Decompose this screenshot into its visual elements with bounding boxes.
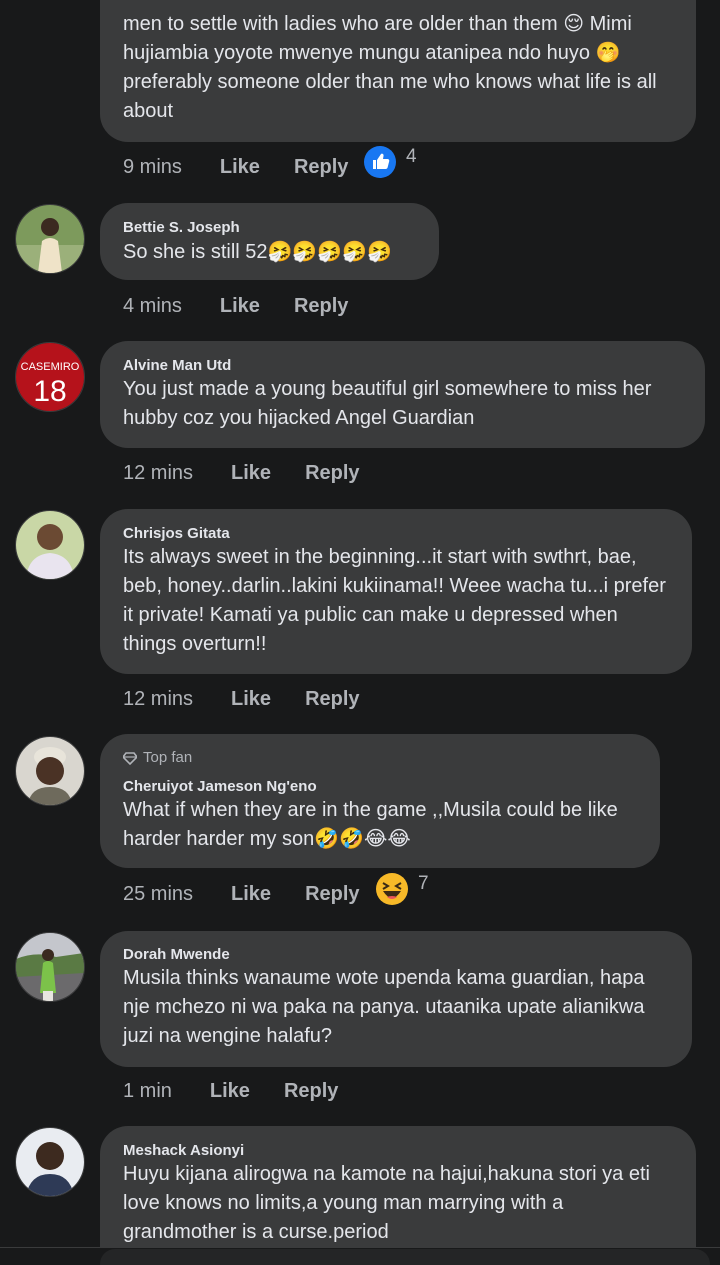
comment-text: You just made a young beautiful girl som… xyxy=(123,378,652,429)
reaction-count: 4 xyxy=(406,146,417,167)
comment-time[interactable]: 12 mins xyxy=(123,462,193,485)
avatar-photo xyxy=(16,933,84,1001)
reply-button[interactable]: Reply xyxy=(294,156,348,179)
comment-author[interactable]: Alvine Man Utd xyxy=(123,357,231,374)
comment-author[interactable]: Bettie S. Joseph xyxy=(123,219,240,236)
comment-actions: 12 mins Like Reply xyxy=(123,684,360,714)
like-button[interactable]: Like xyxy=(220,295,260,318)
like-button[interactable]: Like xyxy=(231,883,271,906)
comment-actions: 12 mins Like Reply xyxy=(123,458,360,488)
comment-time[interactable]: 9 mins xyxy=(123,156,182,179)
comment-text: Musila thinks wanaume wote upenda kama g… xyxy=(123,967,645,1047)
avatar-photo: CASEMIRO 18 xyxy=(16,343,84,411)
reaction-summary[interactable]: 7 xyxy=(376,873,429,905)
avatar[interactable] xyxy=(15,932,85,1002)
comment-author[interactable]: Cheruiyot Jameson Ng'eno xyxy=(123,778,317,795)
comment-text: Its always sweet in the beginning...it s… xyxy=(123,546,666,655)
thumbs-up-icon xyxy=(364,146,396,178)
reply-button[interactable]: Reply xyxy=(305,883,359,906)
comment-author[interactable]: Meshack Asionyi xyxy=(123,1142,244,1159)
like-button[interactable]: Like xyxy=(220,156,260,179)
badge-label: Top fan xyxy=(143,749,193,766)
reply-button[interactable]: Reply xyxy=(305,462,359,485)
avatar[interactable] xyxy=(15,736,85,806)
comment-bubble[interactable]: Meshack Asionyi Huyu kijana alirogwa na … xyxy=(100,1126,696,1265)
comment-actions: 9 mins Like Reply xyxy=(123,152,348,182)
comment-bubble[interactable]: Alvine Man Utd You just made a young bea… xyxy=(100,341,705,448)
comment-text: men to settle with ladies who are older … xyxy=(123,13,657,122)
comment-actions: 4 mins Like Reply xyxy=(123,291,348,321)
avatar[interactable]: CASEMIRO 18 xyxy=(15,342,85,412)
avatar[interactable] xyxy=(15,1127,85,1197)
avatar-jersey-name: CASEMIRO xyxy=(21,361,80,373)
avatar-photo xyxy=(16,1128,84,1196)
reply-button[interactable]: Reply xyxy=(294,295,348,318)
comment-bubble[interactable]: Top fan Cheruiyot Jameson Ng'eno What if… xyxy=(100,734,660,868)
comment-bubble[interactable]: men to settle with ladies who are older … xyxy=(100,0,696,142)
laughing-face-icon xyxy=(376,873,408,905)
avatar-photo xyxy=(16,511,84,579)
top-fan-badge[interactable]: Top fan xyxy=(123,749,192,766)
comment-bubble[interactable]: Chrisjos Gitata Its always sweet in the … xyxy=(100,509,692,674)
comment-time[interactable]: 4 mins xyxy=(123,295,182,318)
comment-text: Huyu kijana alirogwa na kamote na hajui,… xyxy=(123,1163,650,1243)
reply-button[interactable]: Reply xyxy=(284,1080,338,1103)
avatar[interactable] xyxy=(15,204,85,274)
comment-text: What if when they are in the game ,,Musi… xyxy=(123,799,618,850)
comment-bubble[interactable]: Dorah Mwende Musila thinks wanaume wote … xyxy=(100,931,692,1067)
avatar-photo xyxy=(16,205,84,273)
comment-actions: 1 min Like Reply xyxy=(123,1076,338,1106)
reaction-count: 7 xyxy=(418,873,429,894)
comments-feed: men to settle with ladies who are older … xyxy=(0,0,720,1265)
comment-time[interactable]: 12 mins xyxy=(123,688,193,711)
comment-composer-bar xyxy=(0,1247,720,1265)
comment-time[interactable]: 1 min xyxy=(123,1080,172,1103)
comment-actions: 25 mins Like Reply xyxy=(123,879,360,909)
comment-author[interactable]: Chrisjos Gitata xyxy=(123,525,230,542)
avatar-photo xyxy=(16,737,84,805)
comment-author[interactable]: Dorah Mwende xyxy=(123,946,230,963)
diamond-icon xyxy=(123,751,137,765)
comment-bubble[interactable]: Bettie S. Joseph So she is still 52🤧🤧🤧🤧🤧 xyxy=(100,203,439,280)
write-comment-field[interactable] xyxy=(100,1249,710,1265)
comment-time[interactable]: 25 mins xyxy=(123,883,193,906)
like-button[interactable]: Like xyxy=(210,1080,250,1103)
comment-text: So she is still 52🤧🤧🤧🤧🤧 xyxy=(123,241,393,263)
like-button[interactable]: Like xyxy=(231,462,271,485)
avatar[interactable] xyxy=(15,510,85,580)
like-button[interactable]: Like xyxy=(231,688,271,711)
reaction-summary[interactable]: 4 xyxy=(364,146,417,178)
avatar-jersey-number: 18 xyxy=(33,375,66,408)
reply-button[interactable]: Reply xyxy=(305,688,359,711)
